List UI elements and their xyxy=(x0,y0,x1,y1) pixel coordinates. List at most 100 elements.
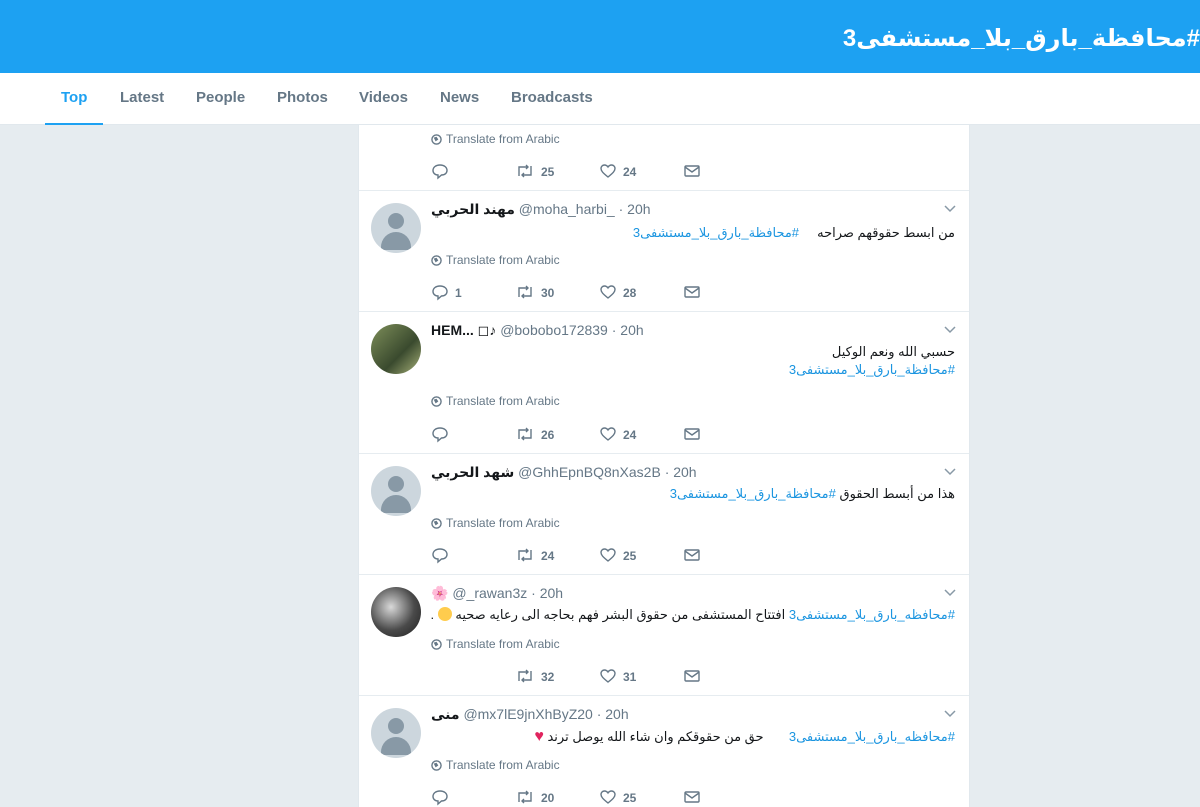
tweet-text: هذا من أبسط الحقوق #محافظة_بارق_بلا_مستش… xyxy=(669,486,955,501)
hashtag-link[interactable]: #محافظه_بارق_بلا_مستشفى3 xyxy=(789,607,955,622)
reply-button[interactable] xyxy=(431,788,455,806)
hashtag-link[interactable]: #محافظة_بارق_بلا_مستشفى3 xyxy=(670,486,836,501)
envelope-icon xyxy=(684,428,700,440)
retweet-icon xyxy=(518,285,532,299)
timestamp[interactable]: · 20h xyxy=(665,464,697,480)
avatar[interactable] xyxy=(371,203,421,253)
retweet-button[interactable]: 30 xyxy=(515,283,554,301)
handle[interactable]: @GhhEpnBQ8nXas2B xyxy=(518,464,661,480)
display-name[interactable]: شهد الحربي xyxy=(431,464,514,480)
hashtag-link[interactable]: #محافظه_بارق_بلا_مستشفى3 xyxy=(789,729,955,744)
like-button[interactable]: 24 xyxy=(599,425,636,443)
tweet-actions: 25 24 xyxy=(431,162,831,182)
tweet-header: مهند الحربي @moha_harbi_ · 20h xyxy=(431,201,651,218)
tweet-actions: 24 25 xyxy=(431,546,831,566)
tweet-header: منى @mx7lE9jnXhByZ20 · 20h xyxy=(431,706,629,723)
avatar[interactable] xyxy=(371,466,421,516)
message-button[interactable] xyxy=(683,667,707,685)
handle[interactable]: @bobobo172839 xyxy=(500,322,608,338)
like-button[interactable]: 25 xyxy=(599,788,636,806)
envelope-icon xyxy=(684,791,700,803)
timestamp[interactable]: · 20h xyxy=(597,706,629,722)
avatar[interactable] xyxy=(371,324,421,374)
translate-link[interactable]: Translate from Arabic xyxy=(431,253,560,267)
search-timeline: Translate from Arabic 25 24 مهند الحربي … xyxy=(358,125,970,807)
reply-button[interactable] xyxy=(431,162,455,180)
tab-latest[interactable]: Latest xyxy=(120,73,164,123)
chevron-down-icon[interactable] xyxy=(943,706,957,720)
display-name[interactable]: 🌸 xyxy=(431,585,448,601)
globe-icon xyxy=(431,255,442,266)
display-name[interactable]: HEM... ◻♪ xyxy=(431,322,496,338)
tweet-header: 🌸 @_rawan3z · 20h xyxy=(431,585,563,602)
envelope-icon xyxy=(684,549,700,561)
tab-broadcasts[interactable]: Broadcasts xyxy=(511,73,593,123)
retweet-button[interactable]: 24 xyxy=(515,546,554,564)
retweet-icon xyxy=(518,669,532,683)
tweet[interactable]: Translate from Arabic 25 24 xyxy=(359,125,969,191)
timestamp[interactable]: · 20h xyxy=(612,322,644,338)
envelope-icon xyxy=(684,670,700,682)
message-button[interactable] xyxy=(683,162,707,180)
like-button[interactable]: 31 xyxy=(599,667,636,685)
hashtag-link[interactable]: #محافظة_بارق_بلا_مستشفى3 xyxy=(789,362,955,378)
translate-link[interactable]: Translate from Arabic xyxy=(431,516,560,530)
tweet[interactable]: HEM... ◻♪ @bobobo172839 · 20h حسبي الله … xyxy=(359,312,969,454)
translate-link[interactable]: Translate from Arabic xyxy=(431,637,560,651)
timestamp[interactable]: · 20h xyxy=(531,585,563,601)
tab-people[interactable]: People xyxy=(196,73,245,123)
tweet[interactable]: شهد الحربي @GhhEpnBQ8nXas2B · 20h هذا من… xyxy=(359,454,969,575)
globe-icon xyxy=(431,639,442,650)
tab-videos[interactable]: Videos xyxy=(359,73,408,123)
timestamp[interactable]: · 20h xyxy=(619,201,651,217)
reply-button[interactable] xyxy=(431,546,455,564)
chevron-down-icon[interactable] xyxy=(943,322,957,336)
chevron-down-icon[interactable] xyxy=(943,464,957,478)
reply-icon xyxy=(432,164,448,180)
translate-link[interactable]: Translate from Arabic xyxy=(431,132,560,146)
retweet-button[interactable]: 26 xyxy=(515,425,554,443)
message-button[interactable] xyxy=(683,546,707,564)
handle[interactable]: @mx7lE9jnXhByZ20 xyxy=(463,706,592,722)
tweet-actions: 26 24 xyxy=(431,425,831,445)
tweet-text: حسبي الله ونعم الوكيل xyxy=(831,344,955,359)
handle[interactable]: @_rawan3z xyxy=(452,585,527,601)
tweet[interactable]: مهند الحربي @moha_harbi_ · 20h من ابسط ح… xyxy=(359,191,969,312)
heart-icon xyxy=(600,669,616,683)
tweet-text: من ابسط حقوقهم صراحه #محافظة_بارق_بلا_مس… xyxy=(632,225,955,240)
like-button[interactable]: 24 xyxy=(599,162,636,180)
reply-icon xyxy=(432,790,448,806)
tweet[interactable]: منى @mx7lE9jnXhByZ20 · 20h #محافظه_بارق_… xyxy=(359,696,969,807)
chevron-down-icon[interactable] xyxy=(943,201,957,215)
like-button[interactable]: 28 xyxy=(599,283,636,301)
display-name[interactable]: منى xyxy=(431,706,460,722)
tab-top[interactable]: Top xyxy=(45,73,104,125)
globe-icon xyxy=(431,396,442,407)
avatar[interactable] xyxy=(371,587,421,637)
tab-photos[interactable]: Photos xyxy=(277,73,328,123)
hashtag-link[interactable]: #محافظة_بارق_بلا_مستشفى3 xyxy=(633,225,799,240)
retweet-button[interactable]: 25 xyxy=(515,162,554,180)
search-header: #محافظة_بارق_بلا_مستشفى3 xyxy=(0,0,1200,73)
retweet-button[interactable]: 32 xyxy=(515,667,554,685)
globe-icon xyxy=(431,134,442,145)
handle[interactable]: @moha_harbi_ xyxy=(519,201,615,217)
reply-button[interactable] xyxy=(431,425,455,443)
translate-link[interactable]: Translate from Arabic xyxy=(431,758,560,772)
message-button[interactable] xyxy=(683,283,707,301)
like-button[interactable]: 25 xyxy=(599,546,636,564)
message-button[interactable] xyxy=(683,788,707,806)
translate-link[interactable]: Translate from Arabic xyxy=(431,394,560,408)
reply-button[interactable]: 1 xyxy=(431,283,462,301)
display-name[interactable]: مهند الحربي xyxy=(431,201,515,217)
globe-icon xyxy=(431,518,442,529)
reply-icon xyxy=(432,548,448,564)
heart-icon xyxy=(600,548,616,562)
message-button[interactable] xyxy=(683,425,707,443)
avatar[interactable] xyxy=(371,708,421,758)
smiley-emoji-icon xyxy=(437,607,452,621)
chevron-down-icon[interactable] xyxy=(943,585,957,599)
tweet[interactable]: 🌸 @_rawan3z · 20h #محافظه_بارق_بلا_مستشف… xyxy=(359,575,969,696)
retweet-button[interactable]: 20 xyxy=(515,788,554,806)
tab-news[interactable]: News xyxy=(440,73,479,123)
